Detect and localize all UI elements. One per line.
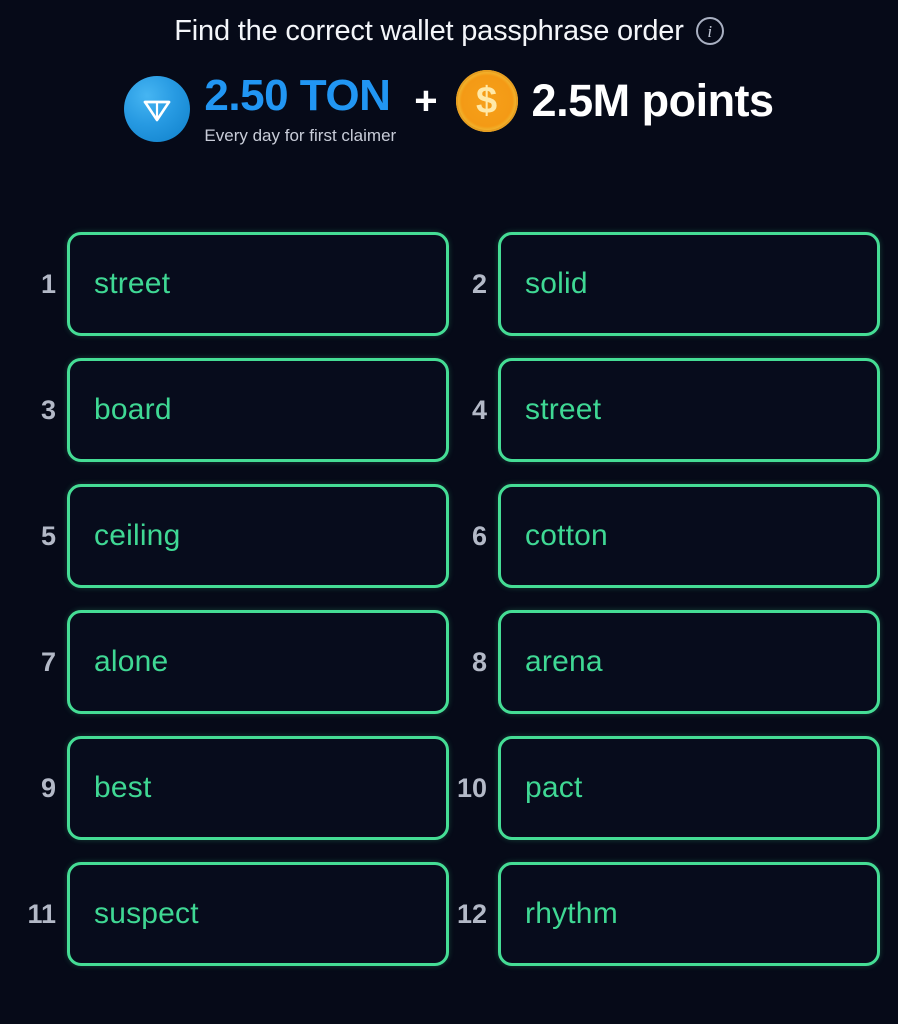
word-label: board [94,393,172,426]
passphrase-order-screen: Find the correct wallet passphrase order… [0,0,898,1024]
word-index: 3 [40,394,56,425]
word-cell-10: 10 pact [449,736,880,840]
page-title: Find the correct wallet passphrase order [174,14,684,47]
ton-reward-group: 2.50 TON Every day for first claimer [124,74,396,144]
word-slot-5[interactable]: ceiling [67,484,449,588]
word-slot-11[interactable]: suspect [67,862,449,966]
word-cell-12: 12 rhythm [449,862,880,966]
word-cell-5: 5 ceiling [18,484,449,588]
word-index: 8 [471,646,487,677]
word-slot-4[interactable]: street [498,358,880,462]
word-index: 7 [40,646,56,677]
word-index: 1 [40,268,56,299]
word-label: ceiling [94,519,181,552]
word-cell-1: 1 street [18,232,449,336]
ton-reward-texts: 2.50 TON Every day for first claimer [204,71,397,145]
passphrase-word-grid: 1 street 2 solid 3 board 4 street 5 ceil… [0,232,898,966]
ton-amount: 2.50 TON [204,71,391,120]
word-cell-4: 4 street [449,358,880,462]
word-label: street [525,393,602,426]
word-slot-9[interactable]: best [67,736,449,840]
word-label: pact [525,771,583,804]
reward-banner: 2.50 TON Every day for first claimer + $… [0,64,898,154]
word-index: 12 [456,898,487,929]
word-label: rhythm [525,897,618,930]
word-label: solid [525,267,588,300]
dollar-coin-icon: $ [455,70,518,132]
ton-subtitle: Every day for first claimer [204,126,397,145]
word-label: best [94,771,152,804]
word-slot-1[interactable]: street [67,232,449,336]
word-label: street [94,267,171,300]
word-slot-10[interactable]: pact [498,736,880,840]
word-index: 9 [40,772,56,803]
dollar-symbol: $ [475,80,498,122]
word-cell-8: 8 arena [449,610,880,714]
points-reward-group: $ 2.5M points [455,70,775,132]
word-index: 6 [471,520,487,551]
ton-coin-icon [124,76,191,142]
word-cell-3: 3 board [18,358,449,462]
word-label: arena [525,645,603,678]
word-slot-12[interactable]: rhythm [498,862,880,966]
word-cell-9: 9 best [18,736,449,840]
word-label: alone [94,645,169,678]
word-slot-2[interactable]: solid [498,232,880,336]
word-index: 5 [40,520,56,551]
word-slot-6[interactable]: cotton [498,484,880,588]
points-amount: 2.5M points [531,75,775,126]
word-slot-8[interactable]: arena [498,610,880,714]
word-label: cotton [525,519,608,552]
word-index: 10 [456,772,487,803]
word-label: suspect [94,897,199,930]
word-index: 2 [471,268,487,299]
word-cell-11: 11 suspect [18,862,449,966]
plus-separator: + [414,79,438,123]
word-slot-3[interactable]: board [67,358,449,462]
word-cell-7: 7 alone [18,610,449,714]
word-cell-2: 2 solid [449,232,880,336]
word-slot-7[interactable]: alone [67,610,449,714]
word-index: 11 [27,898,56,929]
page-title-row: Find the correct wallet passphrase order… [0,0,898,47]
word-cell-6: 6 cotton [449,484,880,588]
info-circle-icon[interactable]: i [695,17,724,45]
word-index: 4 [471,394,487,425]
